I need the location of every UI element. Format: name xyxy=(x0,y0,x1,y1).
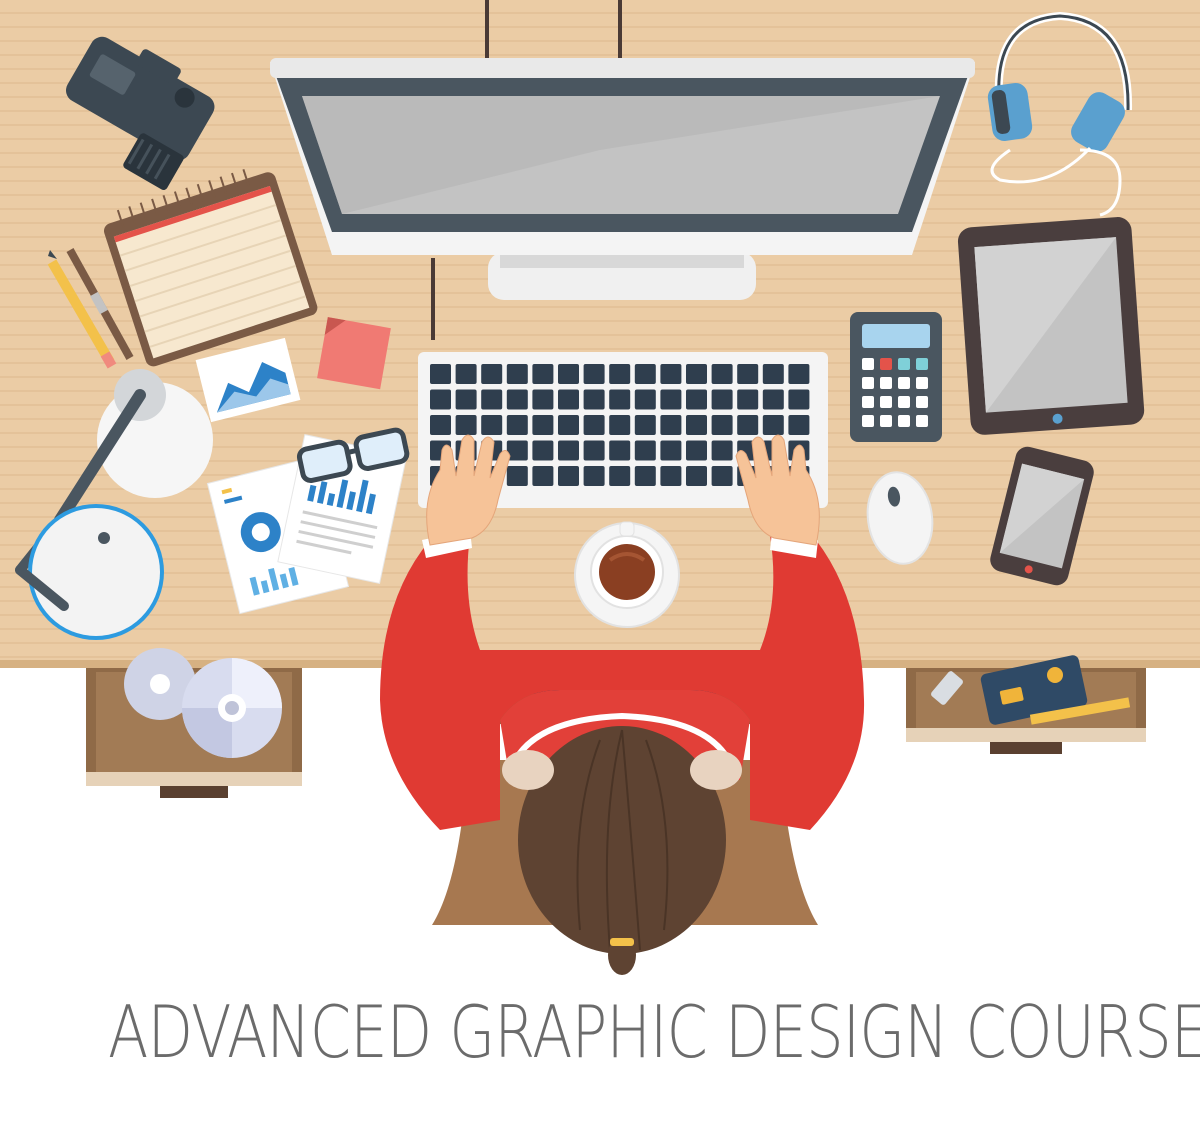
calculator-key xyxy=(898,396,910,408)
calculator-key xyxy=(898,377,910,389)
keyboard-key xyxy=(737,415,759,435)
keyboard-key xyxy=(660,364,682,384)
keyboard-key xyxy=(506,415,528,435)
keyboard-key xyxy=(788,364,810,384)
keyboard-key xyxy=(711,389,733,410)
keyboard-key xyxy=(430,415,451,435)
keyboard-key xyxy=(506,466,528,486)
keyboard-key xyxy=(634,389,656,410)
keyboard-key xyxy=(558,415,579,435)
keyboard-key xyxy=(686,389,707,410)
keyboard-key xyxy=(558,389,579,410)
keyboard-key xyxy=(481,415,503,435)
keyboard-key xyxy=(762,389,784,410)
keyboard-key xyxy=(532,364,554,384)
calculator-icon xyxy=(850,312,942,442)
keyboard-key xyxy=(660,415,682,435)
keyboard-key xyxy=(583,466,605,486)
keyboard-key xyxy=(634,415,656,435)
keyboard-key xyxy=(583,415,605,435)
keyboard-key xyxy=(481,389,503,410)
keyboard-key xyxy=(711,440,733,461)
keyboard-key xyxy=(634,364,656,384)
keyboard-key xyxy=(762,364,784,384)
keyboard-key xyxy=(506,364,528,384)
sticky-note-icon xyxy=(317,317,391,390)
calculator-key xyxy=(862,415,874,427)
keyboard-key xyxy=(583,389,605,410)
keyboard-key xyxy=(609,440,631,461)
keyboard-key xyxy=(660,466,682,486)
keyboard-key xyxy=(558,440,579,461)
calculator-key xyxy=(916,415,928,427)
keyboard-key xyxy=(558,364,579,384)
keyboard-key xyxy=(686,466,707,486)
keyboard-key xyxy=(711,415,733,435)
keyboard-key xyxy=(455,389,477,410)
left-drawer xyxy=(86,648,302,798)
keyboard-key xyxy=(558,466,579,486)
keyboard-key xyxy=(430,364,451,384)
keyboard-key xyxy=(788,415,810,435)
keyboard-key xyxy=(660,440,682,461)
calculator-key xyxy=(862,358,874,370)
keyboard-key xyxy=(609,364,631,384)
keyboard-key xyxy=(762,415,784,435)
keyboard-key xyxy=(532,415,554,435)
keyboard-key xyxy=(583,440,605,461)
keyboard-key xyxy=(532,440,554,461)
desk-workspace-illustration xyxy=(0,0,1200,975)
keyboard-key xyxy=(686,440,707,461)
keyboard-key xyxy=(737,364,759,384)
keyboard-key xyxy=(455,415,477,435)
calculator-key xyxy=(862,396,874,408)
calculator-key xyxy=(898,358,910,370)
calculator-key xyxy=(916,396,928,408)
keyboard-key xyxy=(686,364,707,384)
keyboard-key xyxy=(711,466,733,486)
coffee-cup-icon xyxy=(574,521,680,628)
calculator-key xyxy=(916,358,928,370)
keyboard-key xyxy=(634,440,656,461)
keyboard-key xyxy=(634,466,656,486)
keyboard-key xyxy=(481,364,503,384)
keyboard-key xyxy=(455,364,477,384)
keyboard-key xyxy=(609,466,631,486)
keyboard-key xyxy=(583,364,605,384)
keyboard-key xyxy=(430,389,451,410)
calculator-key xyxy=(880,415,892,427)
cd-disc-icon xyxy=(182,658,282,758)
keyboard-key xyxy=(711,364,733,384)
calculator-key xyxy=(862,377,874,389)
right-drawer xyxy=(906,655,1146,754)
calculator-key xyxy=(898,415,910,427)
keyboard-key xyxy=(532,389,554,410)
keyboard-key xyxy=(609,415,631,435)
keyboard-key xyxy=(660,389,682,410)
calculator-key xyxy=(880,377,892,389)
calculator-key xyxy=(880,358,892,370)
keyboard-key xyxy=(788,389,810,410)
keyboard-key xyxy=(686,415,707,435)
keyboard-key xyxy=(532,466,554,486)
keyboard-key xyxy=(506,389,528,410)
page-title: ADVANCED GRAPHIC DESIGN COURSES xyxy=(108,990,1200,1074)
calculator-key xyxy=(916,377,928,389)
calculator-key xyxy=(880,396,892,408)
tablet-icon xyxy=(957,217,1145,435)
keyboard-key xyxy=(737,389,759,410)
keyboard-key xyxy=(609,389,631,410)
